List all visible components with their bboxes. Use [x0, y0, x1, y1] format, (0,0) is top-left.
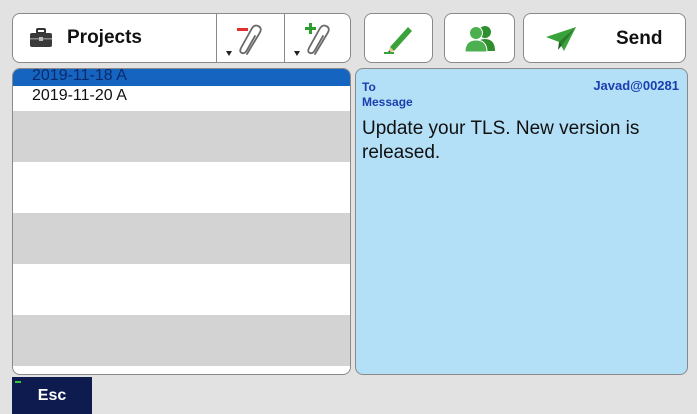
esc-button[interactable]: Esc — [12, 377, 92, 414]
recipient-value[interactable]: Javad@00281 — [593, 78, 679, 93]
send-button[interactable]: Send — [523, 13, 686, 63]
message-body[interactable]: Update your TLS. New version is released… — [362, 117, 680, 165]
esc-indicator — [15, 381, 21, 383]
projects-button[interactable]: Projects — [13, 14, 216, 62]
empty-row — [13, 162, 350, 213]
list-item-label: 2019-11-18 A — [32, 68, 127, 84]
list-item[interactable]: 2019-11-20 A — [13, 86, 350, 111]
empty-row — [13, 264, 350, 315]
paper-plane-icon — [546, 27, 576, 51]
add-attachment-icon — [294, 23, 330, 56]
briefcase-icon — [30, 28, 52, 47]
projects-label: Projects — [67, 27, 142, 48]
list-item[interactable]: 2019-11-18 A — [13, 69, 350, 86]
edit-button[interactable] — [364, 13, 433, 63]
empty-row — [13, 213, 350, 264]
pencil-icon — [383, 27, 412, 54]
contact-icon — [463, 26, 495, 53]
to-label: To — [362, 80, 376, 94]
project-list[interactable]: 2019-11-18 A 2019-11-20 A — [12, 68, 351, 375]
send-label: Send — [616, 28, 663, 49]
empty-row — [13, 111, 350, 162]
contacts-button[interactable] — [444, 13, 515, 63]
project-toolbar: Projects — [12, 13, 351, 63]
remove-attachment-icon — [226, 24, 262, 56]
empty-row — [13, 315, 350, 366]
esc-label: Esc — [37, 387, 67, 404]
message-label: Message — [362, 95, 413, 109]
message-panel: To Javad@00281 Message Update your TLS. … — [355, 68, 688, 375]
remove-attachment-button[interactable] — [217, 14, 285, 62]
add-attachment-button[interactable] — [285, 14, 353, 62]
list-item-label: 2019-11-20 A — [32, 87, 127, 104]
